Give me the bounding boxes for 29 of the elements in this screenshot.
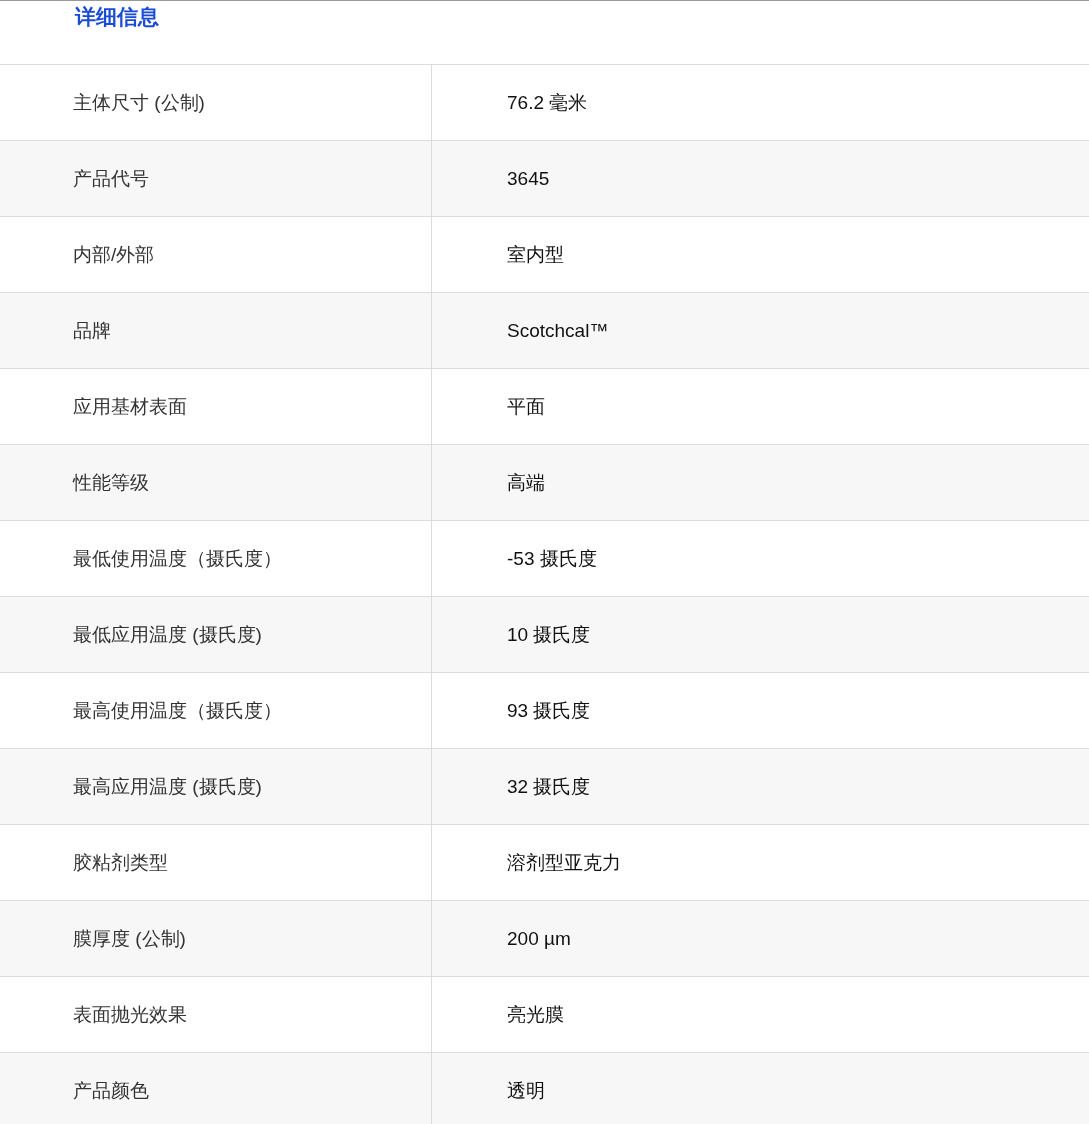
spec-label: 主体尺寸 (公制) [73,90,205,115]
spec-value: 亮光膜 [507,1002,564,1027]
spec-label: 膜厚度 (公制) [73,926,186,951]
spec-value: 溶剂型亚克力 [507,850,621,875]
section-title: 详细信息 [75,4,159,30]
spec-value: Scotchcal™ [507,319,609,342]
spec-label: 最低应用温度 (摄氏度) [73,622,262,647]
spec-label: 内部/外部 [73,242,155,267]
spec-label: 胶粘剂类型 [73,850,168,875]
spec-label: 最高应用温度 (摄氏度) [73,774,262,799]
spec-label: 应用基材表面 [73,394,187,419]
spec-label: 性能等级 [73,470,149,495]
spec-label: 产品代号 [73,166,149,191]
spec-label: 最高使用温度（摄氏度） [73,698,282,723]
spec-value: 10 摄氏度 [507,622,591,647]
spec-value: 200 µm [507,927,571,950]
spec-value: 76.2 毫米 [507,90,588,115]
spec-value: 3645 [507,167,550,190]
spec-label: 品牌 [73,318,111,343]
spec-label: 表面抛光效果 [73,1002,187,1027]
spec-value: 平面 [507,394,545,419]
spec-value: 93 摄氏度 [507,698,591,723]
spec-label: 最低使用温度（摄氏度） [73,546,282,571]
spec-value: 32 摄氏度 [507,774,591,799]
spec-label: 产品颜色 [73,1078,149,1103]
spec-value: 透明 [507,1078,545,1103]
spec-value: 高端 [507,470,545,495]
spec-value: 室内型 [507,242,564,267]
spec-value: -53 摄氏度 [507,546,597,571]
